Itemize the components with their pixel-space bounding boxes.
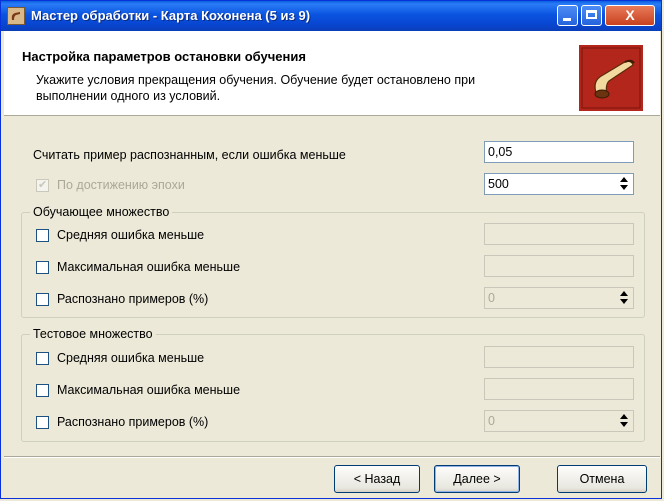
spin-up-icon[interactable] [620,177,628,182]
test-avg-error-checkbox[interactable] [36,352,49,365]
epoch-spinner[interactable]: 500 [484,173,634,195]
epoch-value: 500 [488,177,509,191]
test-set-legend: Тестовое множество [30,327,156,341]
training-recognized-checkbox[interactable] [36,293,49,306]
test-recognized-spinner[interactable]: 0 [484,410,634,432]
pipe-logo-icon [579,45,643,111]
maximize-icon [586,10,597,19]
page-title: Настройка параметров остановки обучения [22,49,306,64]
training-recognized-spin-buttons[interactable] [617,290,631,306]
training-avg-error-checkbox[interactable] [36,229,49,242]
footer-separator [4,456,660,458]
test-recognized-spin-buttons[interactable] [617,413,631,429]
test-recognized-value: 0 [488,414,495,428]
checkmark-icon: ✔ [38,179,48,191]
title-bar[interactable]: Мастер обработки - Карта Кохонена (5 из … [1,1,661,31]
close-icon: X [625,7,635,23]
test-recognized-label: Распознано примеров (%) [57,415,209,429]
test-avg-error-input[interactable] [484,346,634,368]
training-max-error-label: Максимальная ошибка меньше [57,260,241,274]
spin-up-icon[interactable] [620,414,628,419]
wizard-window: Мастер обработки - Карта Кохонена (5 из … [0,0,662,499]
epoch-checkbox[interactable]: ✔ [36,179,49,192]
training-avg-error-label: Средняя ошибка меньше [57,228,205,242]
back-button[interactable]: < Назад [334,465,420,493]
window-title: Мастер обработки - Карта Кохонена (5 из … [31,8,311,23]
close-button[interactable]: X [605,5,655,26]
training-avg-error-input[interactable] [484,223,634,245]
minimize-icon [563,18,571,21]
spin-up-icon[interactable] [620,291,628,296]
epoch-spin-buttons[interactable] [617,176,631,192]
app-logo-icon [7,7,25,25]
wizard-header: Настройка параметров остановки обучения … [4,31,660,116]
spin-down-icon[interactable] [620,422,628,427]
spin-down-icon[interactable] [620,299,628,304]
minimize-button[interactable] [557,5,578,26]
test-max-error-label: Максимальная ошибка меньше [57,383,241,397]
training-recognized-spinner[interactable]: 0 [484,287,634,309]
spin-down-icon[interactable] [620,185,628,190]
training-max-error-input[interactable] [484,255,634,277]
test-max-error-input[interactable] [484,378,634,400]
epoch-label: По достижению эпохи [57,178,185,192]
test-recognized-checkbox[interactable] [36,416,49,429]
next-button[interactable]: Далее > [434,465,520,493]
recognition-threshold-label: Считать пример распознанным, если ошибка… [33,148,346,162]
page-description: Укажите условия прекращения обучения. Об… [36,73,476,103]
test-avg-error-label: Средняя ошибка меньше [57,351,205,365]
test-max-error-checkbox[interactable] [36,384,49,397]
cancel-button[interactable]: Отмена [557,465,647,493]
training-recognized-label: Распознано примеров (%) [57,292,209,306]
maximize-button[interactable] [581,5,602,26]
training-max-error-checkbox[interactable] [36,261,49,274]
training-set-legend: Обучающее множество [30,205,173,219]
training-recognized-value: 0 [488,291,495,305]
recognition-threshold-input[interactable]: 0,05 [484,141,634,163]
